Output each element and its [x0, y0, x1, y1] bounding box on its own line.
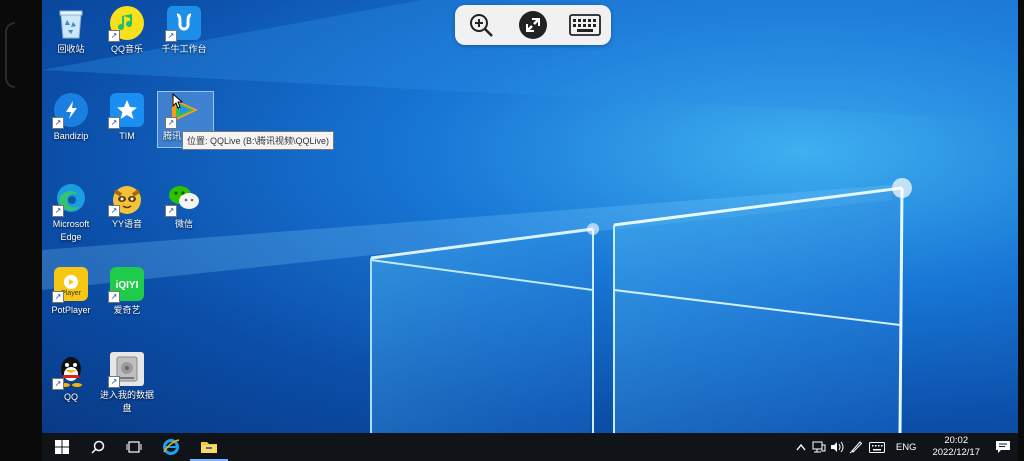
desktop-icon-potplayer[interactable]: Player ↗ PotPlayer	[42, 267, 100, 317]
icon-label: YY语音	[111, 219, 142, 229]
bandizip-icon: ↗	[52, 93, 88, 129]
mouse-cursor-icon	[172, 93, 184, 109]
icon-label: 微信	[174, 219, 193, 229]
file-explorer-icon	[201, 441, 217, 453]
show-hidden-icons-button[interactable]	[792, 433, 810, 461]
clock-date: 2022/12/17	[932, 447, 980, 458]
internet-explorer-icon	[163, 439, 180, 455]
icon-label: TIM	[119, 131, 135, 141]
edge-icon: ↗	[52, 181, 88, 217]
iqiyi-logo-text: iQIYI	[116, 280, 139, 291]
start-button[interactable]	[44, 433, 80, 461]
icon-label: 回收站	[57, 44, 85, 54]
shortcut-arrow-icon: ↗	[165, 205, 177, 217]
drive-icon: ↗	[108, 352, 144, 388]
clock[interactable]: 20:02 2022/12/17	[932, 435, 980, 459]
pen-workspace-button[interactable]	[846, 433, 866, 461]
system-tray: ENG 20:02 2022/12/17	[792, 433, 1018, 461]
taskbar-ie-button[interactable]	[152, 433, 190, 461]
wechat-icon: ↗	[165, 181, 201, 217]
back-gesture-handle[interactable]	[5, 22, 15, 88]
tim-icon: ↗	[108, 93, 144, 129]
notification-icon	[996, 441, 1010, 453]
shortcut-arrow-icon: ↗	[52, 291, 64, 303]
desktop-icon-qq[interactable]: ↗ QQ	[42, 354, 100, 404]
task-view-button[interactable]	[116, 433, 152, 461]
desktop-icon-edge[interactable]: ↗ Microsoft Edge	[42, 181, 100, 244]
taskbar: ENG 20:02 2022/12/17	[42, 433, 1018, 461]
shortcut-arrow-icon: ↗	[108, 117, 120, 129]
qianniu-icon: ↗	[165, 6, 201, 42]
qq-icon: ↗	[52, 354, 88, 390]
desktop-icon-data-drive[interactable]: ↗ 进入我的数据盘	[98, 352, 156, 415]
desktop-icon-qianniu[interactable]: ↗ 千牛工作台	[155, 6, 213, 56]
remote-desktop-icon	[519, 11, 547, 39]
yy-icon: ↗	[108, 181, 144, 217]
desktop-icon-bandizip[interactable]: ↗ Bandizip	[42, 93, 100, 143]
volume-icon	[830, 441, 844, 453]
device-bezel-left	[0, 0, 42, 461]
touch-keyboard-icon	[868, 441, 885, 453]
chevron-up-icon	[796, 443, 806, 451]
device-bezel-right	[1018, 0, 1024, 461]
volume-button[interactable]	[828, 433, 846, 461]
zoom-in-button[interactable]	[465, 9, 497, 41]
keyboard-button[interactable]	[569, 9, 601, 41]
desktop-icon-recycle-bin[interactable]: 回收站	[42, 6, 100, 56]
remote-control-toolbar	[455, 5, 611, 45]
shortcut-arrow-icon: ↗	[108, 291, 120, 303]
task-view-icon	[126, 441, 142, 453]
location-tooltip: 位置: QQLive (B:\腾讯视频\QQLive)	[182, 131, 335, 150]
network-button[interactable]	[810, 433, 828, 461]
windows-logo-icon	[55, 440, 69, 454]
clock-time: 20:02	[944, 435, 969, 446]
keyboard-icon	[569, 14, 601, 36]
pen-icon	[849, 441, 863, 454]
search-button[interactable]	[80, 433, 116, 461]
search-icon	[91, 440, 105, 454]
touch-keyboard-button[interactable]	[866, 433, 888, 461]
desktop-icon-qq-music[interactable]: ↗ QQ音乐	[98, 6, 156, 56]
shortcut-arrow-icon: ↗	[108, 30, 120, 42]
network-icon	[812, 441, 826, 453]
shortcut-arrow-icon: ↗	[52, 378, 64, 390]
shortcut-arrow-icon: ↗	[52, 205, 64, 217]
icon-label: QQ音乐	[110, 44, 143, 54]
desktop[interactable]: 回收站 ↗ QQ音乐 ↗ 千牛工作台 ↗ Bandizip ↗ TIM ↗ 腾讯…	[42, 0, 1018, 433]
potplayer-logo-text: Player	[61, 290, 82, 297]
shortcut-arrow-icon: ↗	[108, 376, 120, 388]
remote-desktop-button[interactable]	[517, 9, 549, 41]
action-center-button[interactable]	[988, 433, 1018, 461]
potplayer-icon: Player ↗	[52, 267, 88, 303]
shortcut-arrow-icon: ↗	[165, 117, 177, 129]
shortcut-arrow-icon: ↗	[52, 117, 64, 129]
icon-label: 千牛工作台	[161, 44, 207, 54]
icon-label: Microsoft Edge	[52, 219, 90, 242]
icon-label: QQ	[63, 392, 78, 402]
input-language-indicator[interactable]: ENG	[896, 442, 917, 453]
icon-label: Bandizip	[53, 131, 89, 141]
desktop-icon-wechat[interactable]: ↗ 微信	[155, 181, 213, 231]
icon-label: 爱奇艺	[113, 305, 141, 315]
desktop-icon-yy[interactable]: ↗ YY语音	[98, 181, 156, 231]
desktop-icon-tim[interactable]: ↗ TIM	[98, 93, 156, 143]
qq-music-icon: ↗	[108, 6, 144, 42]
iqiyi-icon: iQIYI ↗	[108, 267, 144, 303]
shortcut-arrow-icon: ↗	[108, 205, 120, 217]
icon-label: PotPlayer	[51, 305, 91, 315]
recycle-bin-icon	[54, 6, 88, 40]
taskbar-file-explorer-button[interactable]	[190, 433, 228, 461]
zoom-in-icon	[470, 14, 493, 37]
icon-label: 进入我的数据盘	[99, 390, 154, 413]
desktop-icon-iqiyi[interactable]: iQIYI ↗ 爱奇艺	[98, 267, 156, 317]
shortcut-arrow-icon: ↗	[165, 30, 177, 42]
